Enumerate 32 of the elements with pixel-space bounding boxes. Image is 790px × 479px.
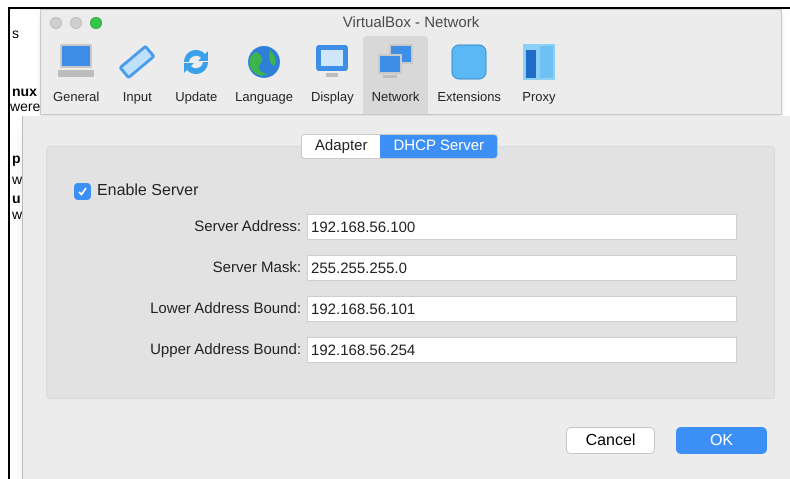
text-fragment: s (12, 25, 19, 41)
cancel-button[interactable]: Cancel (566, 427, 655, 454)
checkmark-icon (77, 186, 88, 196)
text-fragment: nux (12, 83, 37, 99)
toolbar-item[interactable]: Extensions (428, 36, 510, 114)
checkbox[interactable] (74, 182, 91, 200)
input-field[interactable]: 192.168.56.101 (307, 296, 737, 322)
minimize-window-icon[interactable] (70, 17, 82, 29)
input-field[interactable]: 192.168.56.254 (307, 337, 737, 363)
field-label: Lower Address Bound: (149, 298, 302, 319)
window-title: VirtualBox - Network (342, 12, 480, 33)
close-window-icon[interactable] (50, 17, 62, 29)
field-label: Upper Address Bound: (149, 340, 302, 360)
toolbar-item[interactable]: Update (166, 36, 226, 114)
toolbar-item[interactable]: Input (108, 36, 166, 114)
text-fragment: w (12, 171, 22, 187)
zoom-window-icon[interactable] (90, 17, 102, 29)
text-fragment: u (12, 190, 21, 206)
field-label: Server Mask: (212, 258, 302, 278)
field-label: Server Address: (193, 216, 302, 237)
toolbar-item[interactable]: Display (302, 36, 363, 114)
square-icon (449, 42, 490, 82)
input-field[interactable]: 255.255.255.0 (307, 255, 737, 281)
text-fragment: w (12, 206, 22, 222)
text-fragment: p (12, 150, 21, 166)
text-fragment: were (10, 98, 40, 114)
toolbar-item[interactable]: Network (362, 36, 428, 114)
checkbox-label: Enable Server (97, 181, 198, 201)
toolbar-item[interactable]: General (44, 36, 108, 114)
input-field[interactable]: 192.168.56.100 (307, 214, 737, 240)
toolbar-item[interactable]: Language (226, 36, 302, 114)
toolbar-item[interactable]: Proxy (510, 36, 568, 114)
